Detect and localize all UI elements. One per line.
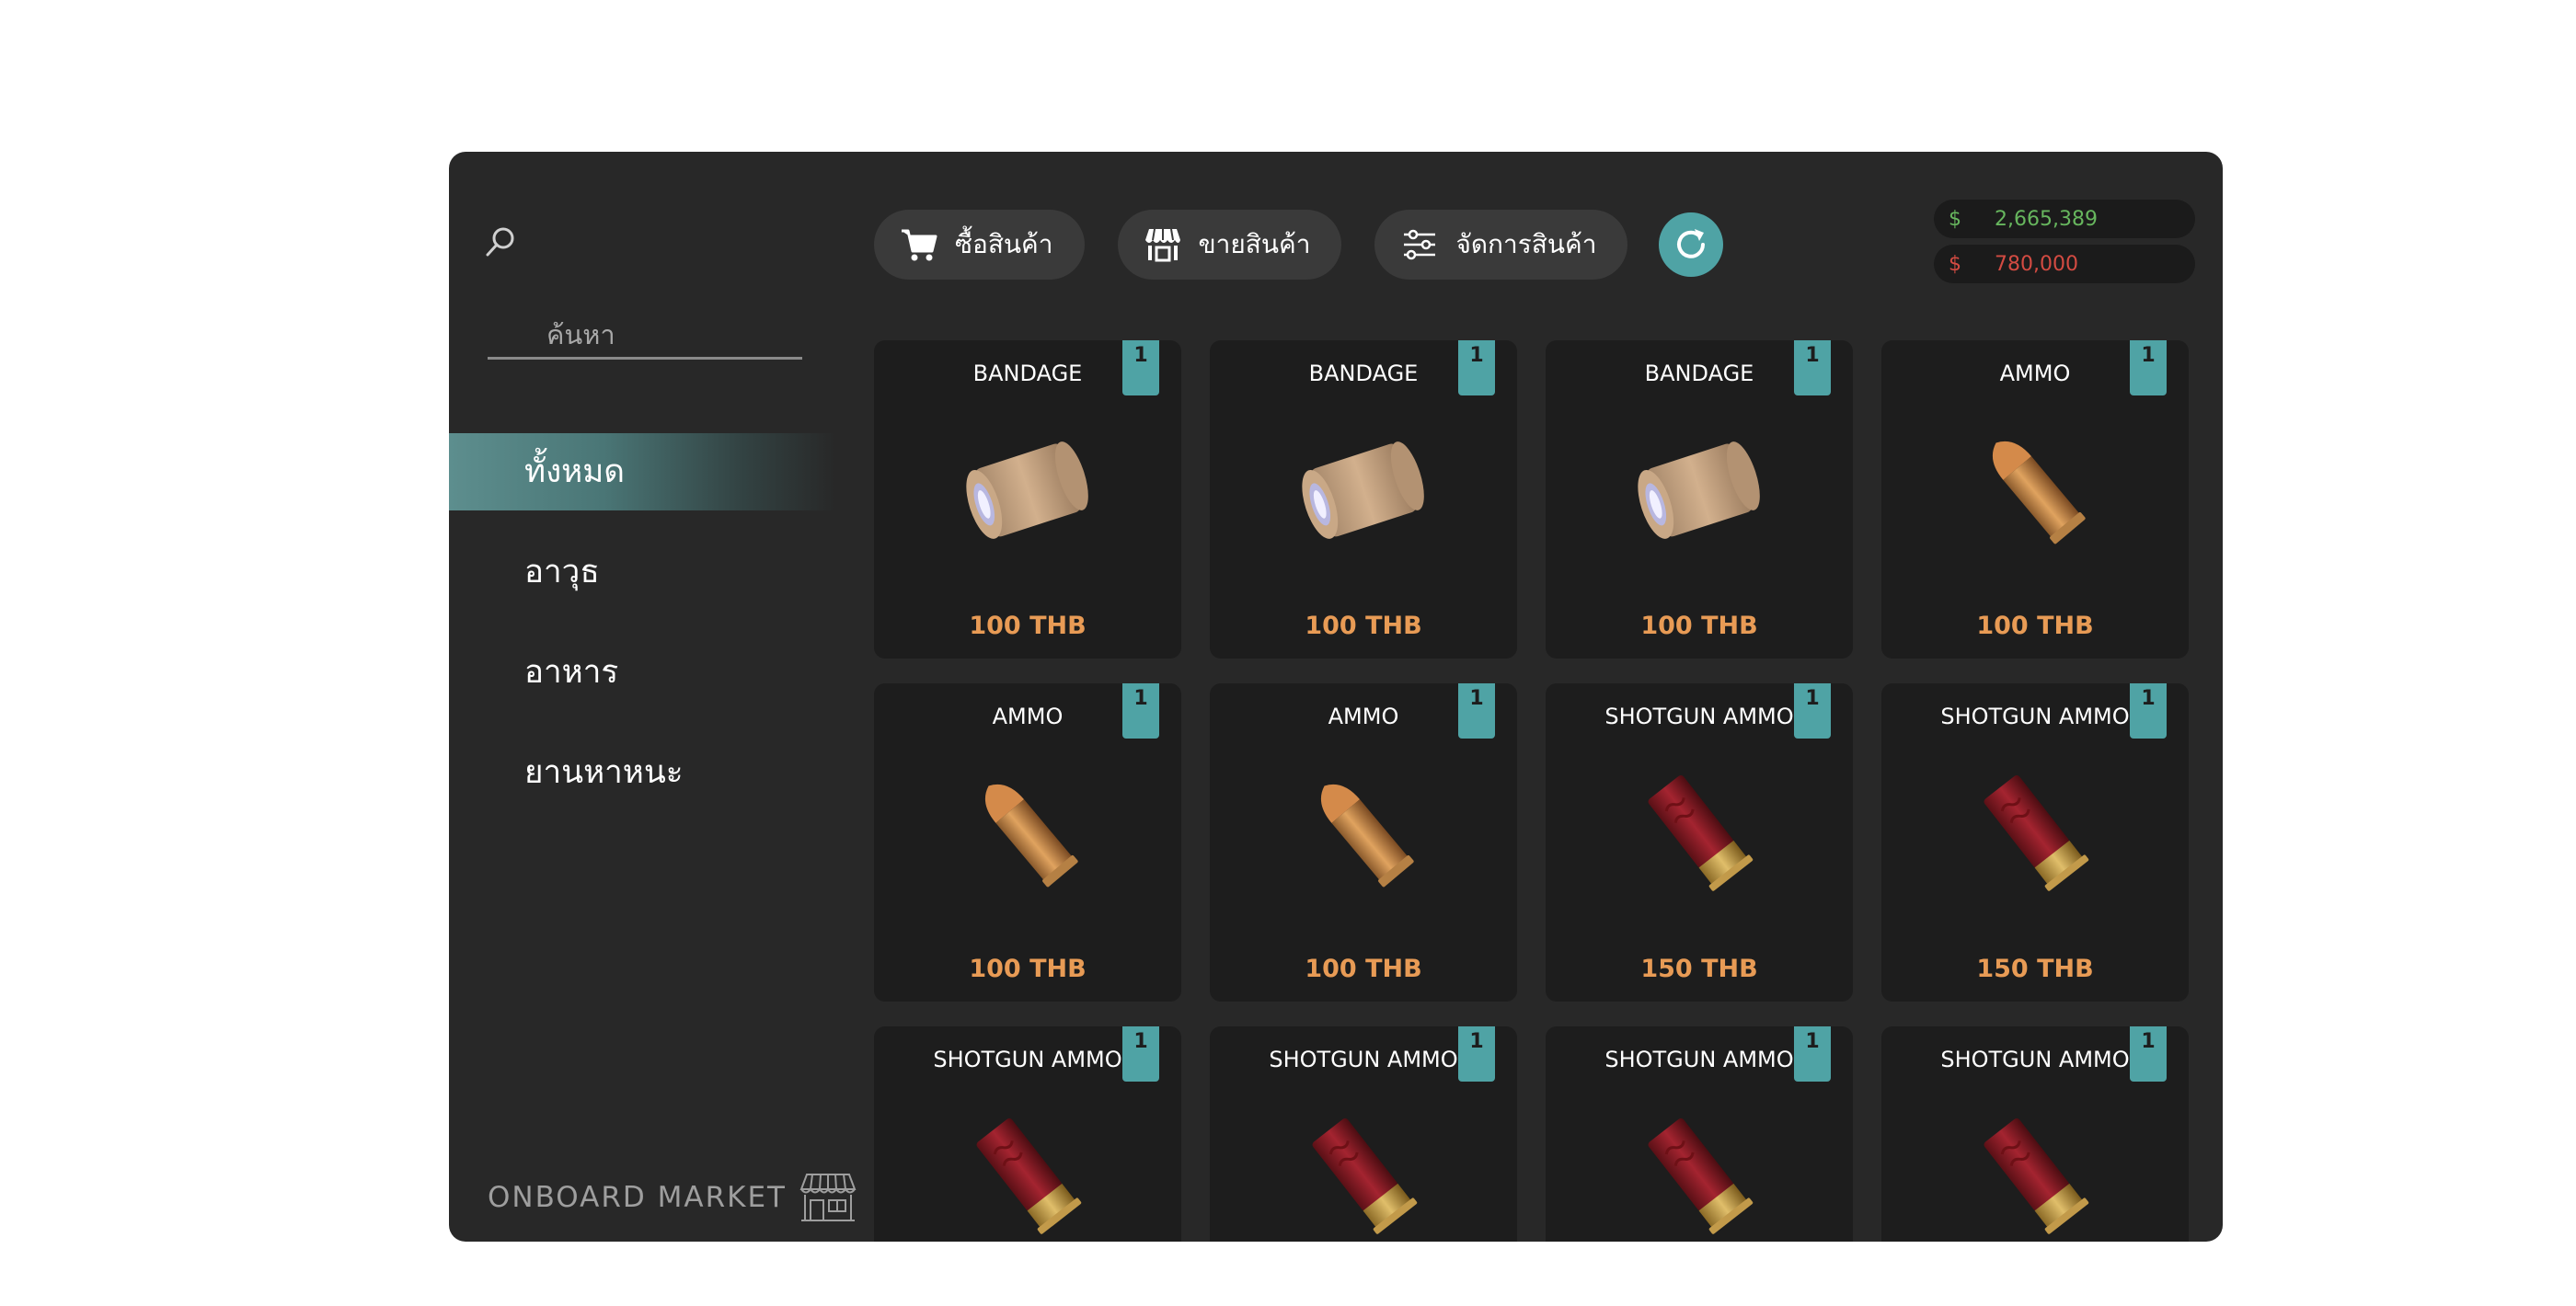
product-price: 100 THB	[1305, 955, 1422, 983]
quantity-badge: 1	[2130, 340, 2167, 395]
shop-icon	[1144, 228, 1180, 262]
refresh-icon	[1677, 229, 1706, 258]
quantity-badge: 1	[1794, 340, 1831, 395]
product-card[interactable]: SHOTGUN AMMO 1 150 THB	[1546, 683, 1853, 1002]
bandage-icon	[966, 441, 1088, 539]
buy-label: ซื้อสินค้า	[955, 229, 1053, 259]
product-card[interactable]: BANDAGE 1 100 THB	[1546, 340, 1853, 659]
quantity-badge: 1	[1122, 340, 1159, 395]
manage-button[interactable]: จัดการสินค้า	[1374, 210, 1628, 280]
search-field	[488, 313, 802, 360]
category-all[interactable]: ทั้งหมด	[449, 433, 835, 510]
product-price: 100 THB	[1305, 612, 1422, 640]
cash-balance: $ 2,665,389	[1934, 200, 2195, 238]
product-card[interactable]: AMMO 1 100 THB	[874, 683, 1181, 1002]
product-price: 100 THB	[969, 955, 1087, 983]
search-input[interactable]	[488, 313, 802, 357]
product-price: 150 THB	[1640, 955, 1758, 983]
quantity-badge: 1	[1458, 340, 1495, 395]
product-price: 100 THB	[969, 612, 1087, 640]
sell-button[interactable]: ขายสินค้า	[1117, 210, 1342, 280]
product-card[interactable]: SHOTGUN AMMO 1	[1881, 1026, 2189, 1242]
sliders-icon	[1404, 229, 1436, 260]
refresh-button[interactable]	[1659, 212, 1724, 277]
debt-balance: $ 780,000	[1934, 245, 2195, 283]
debt-amount: 780,000	[1995, 252, 2078, 276]
quantity-badge: 1	[1794, 1026, 1831, 1082]
cart-icon	[902, 229, 937, 261]
product-grid: BANDAGE 1 100 THB BANDAGE 1 100 THB BANDAGE 1…	[874, 340, 2199, 1242]
category-food[interactable]: อาหาร	[449, 634, 835, 711]
bullet-icon	[1992, 441, 2086, 544]
quantity-badge: 1	[1458, 1026, 1495, 1082]
brand: ONBOARD MARKET	[488, 1171, 857, 1224]
bandage-icon	[1638, 441, 1760, 539]
quantity-badge: 1	[2130, 683, 2167, 739]
quantity-badge: 1	[2130, 1026, 2167, 1082]
brand-name: ONBOARD MARKET	[488, 1181, 787, 1214]
quantity-badge: 1	[1122, 1026, 1159, 1082]
category-vehicles[interactable]: ยานหาหนะ	[449, 734, 835, 811]
cash-amount: 2,665,389	[1995, 207, 2098, 231]
product-card[interactable]: AMMO 1 100 THB	[1881, 340, 2189, 659]
product-card[interactable]: SHOTGUN AMMO 1	[1210, 1026, 1517, 1242]
balance-panel: $ 2,665,389 $ 780,000	[1934, 200, 2195, 290]
shotgun-shell-icon	[1984, 774, 2089, 891]
product-card[interactable]: BANDAGE 1 100 THB	[874, 340, 1181, 659]
search-icon[interactable]	[482, 223, 519, 260]
storefront-icon	[799, 1174, 857, 1221]
product-card[interactable]: SHOTGUN AMMO 1	[874, 1026, 1181, 1242]
sell-label: ขายสินค้า	[1198, 229, 1311, 259]
buy-button[interactable]: ซื้อสินค้า	[874, 210, 1085, 280]
bandage-icon	[1302, 441, 1424, 539]
product-card[interactable]: AMMO 1 100 THB	[1210, 683, 1517, 1002]
product-card[interactable]: SHOTGUN AMMO 1	[1546, 1026, 1853, 1242]
category-list: ทั้งหมด อาวุธ อาหาร ยานหาหนะ	[449, 433, 835, 834]
market-window: ทั้งหมด อาวุธ อาหาร ยานหาหนะ ONBOARD MAR…	[449, 152, 2223, 1242]
shotgun-shell-icon	[1984, 1117, 2089, 1234]
manage-label: จัดการสินค้า	[1455, 229, 1597, 259]
debt-currency: $	[1949, 252, 1961, 276]
bullet-icon	[1320, 784, 1414, 888]
toolbar: ซื้อสินค้า ขายสินค้า จัดการสินค้า	[874, 210, 1724, 280]
quantity-badge: 1	[1794, 683, 1831, 739]
product-card[interactable]: SHOTGUN AMMO 1 150 THB	[1881, 683, 2189, 1002]
product-price: 150 THB	[1976, 955, 2094, 983]
product-card[interactable]: BANDAGE 1 100 THB	[1210, 340, 1517, 659]
shotgun-shell-icon	[976, 1117, 1082, 1234]
category-weapons[interactable]: อาวุธ	[449, 533, 835, 611]
product-price: 100 THB	[1640, 612, 1758, 640]
shotgun-shell-icon	[1648, 774, 1754, 891]
bullet-icon	[984, 784, 1078, 888]
product-price: 100 THB	[1976, 612, 2094, 640]
quantity-badge: 1	[1122, 683, 1159, 739]
shotgun-shell-icon	[1312, 1117, 1418, 1234]
shotgun-shell-icon	[1648, 1117, 1754, 1234]
quantity-badge: 1	[1458, 683, 1495, 739]
cash-currency: $	[1949, 207, 1961, 231]
